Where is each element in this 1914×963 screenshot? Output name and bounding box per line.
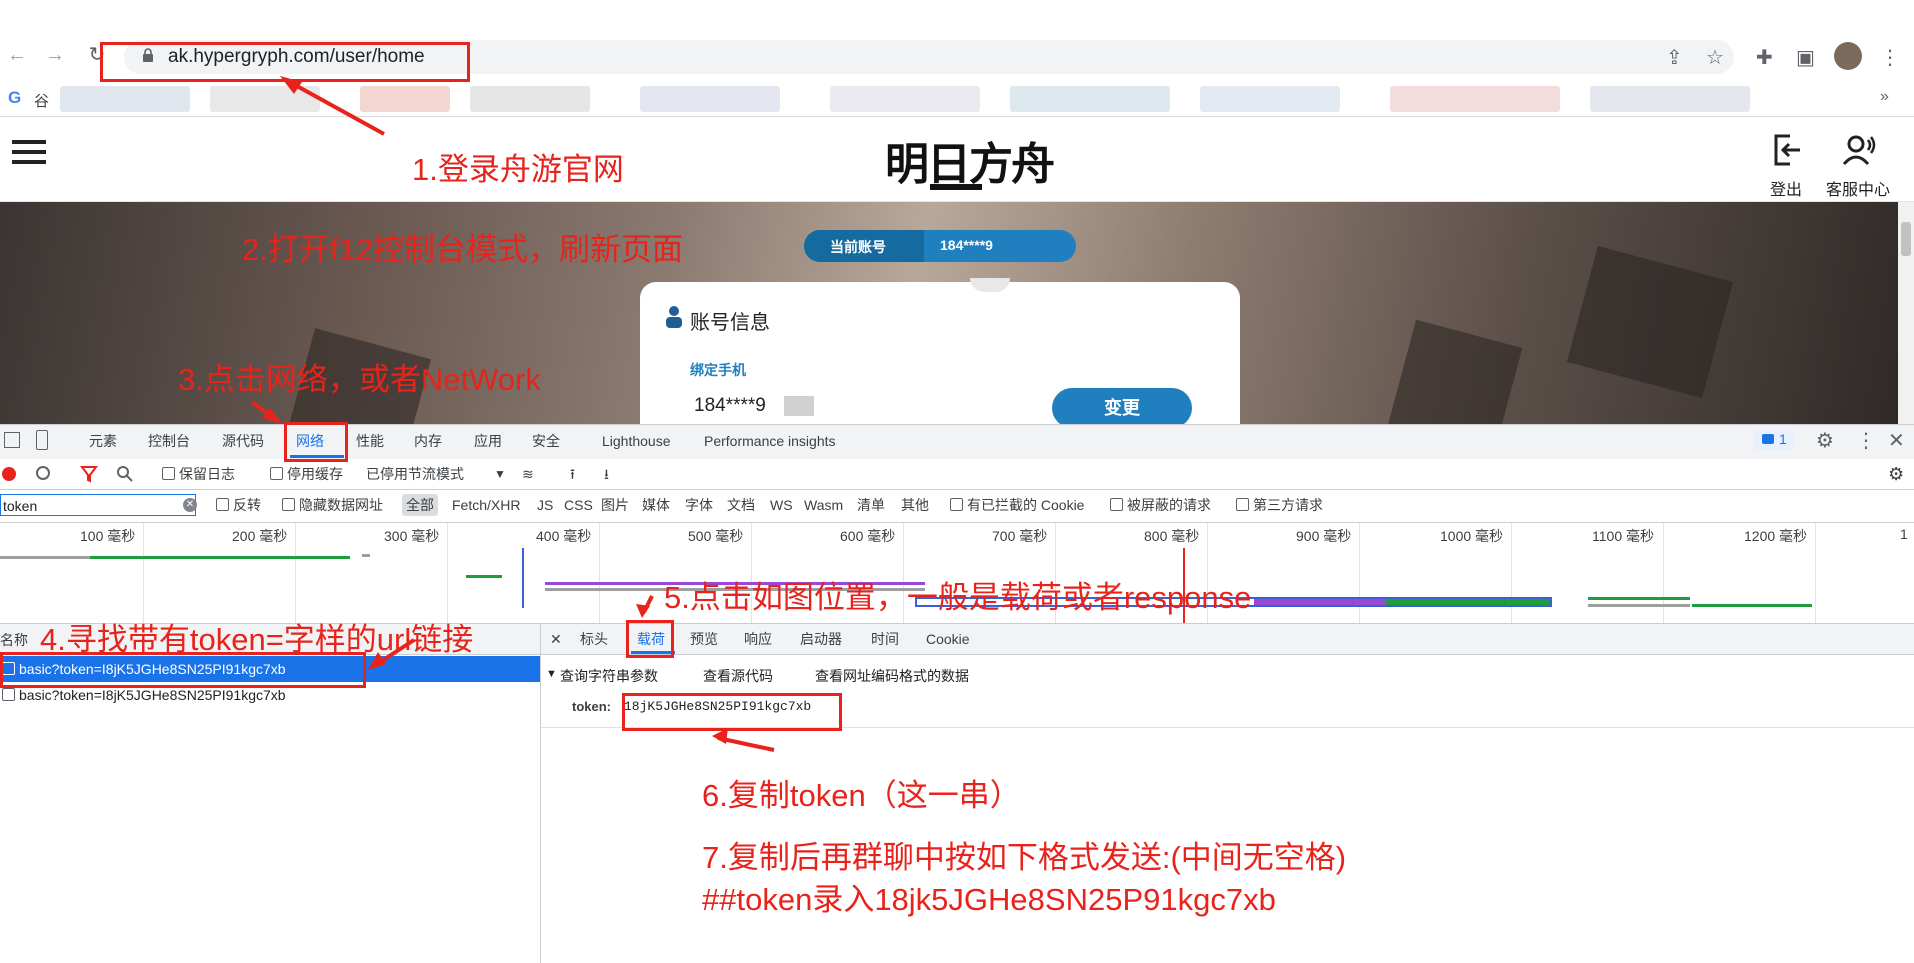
arrow-step3 — [250, 400, 282, 424]
annotation-step6: 6.复制token（这一串） — [702, 778, 1021, 813]
arrow-step5 — [636, 595, 654, 618]
arrow-step1 — [280, 76, 385, 136]
annotation-arrows — [250, 76, 775, 752]
annotation-step7-line1: 7.复制后再群聊中按如下格式发送:(中间无空格) — [702, 840, 1347, 875]
annotation-step3: 3.点击网络，或者NetWork — [178, 362, 541, 397]
annotation-step2: 2.打开f12控制台模式，刷新页面 — [242, 232, 683, 267]
annotation-step1: 1.登录舟游官网 — [412, 152, 624, 187]
annotation-step4: 4.寻找带有token=字样的url链接 — [40, 622, 474, 657]
arrow-step6 — [712, 728, 775, 752]
annotation-step7-line2: ##token录入18jk5JGHe8SN25P91kgc7xb — [702, 882, 1276, 917]
annotation-step5: 5.点击如图位置，一般是载荷或者response — [664, 580, 1252, 615]
